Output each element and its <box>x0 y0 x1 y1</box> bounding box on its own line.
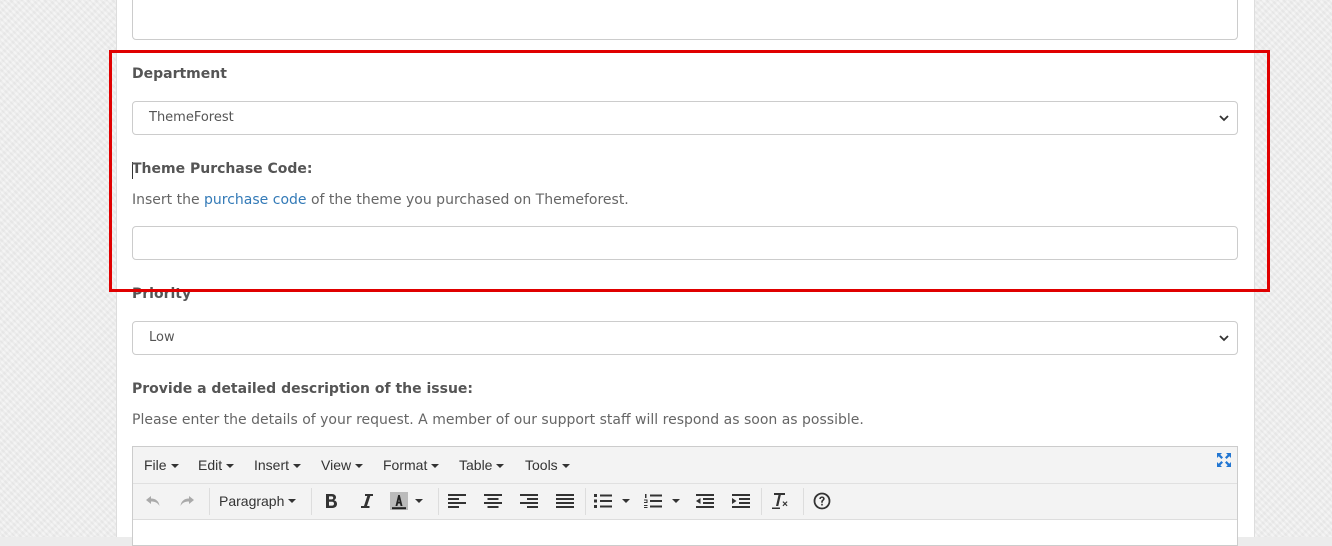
caret-down-icon <box>170 464 179 469</box>
menu-format-label: Format <box>383 457 428 473</box>
bold-button[interactable] <box>320 490 342 512</box>
bullet-list-icon <box>594 494 612 508</box>
description-label: Provide a detailed description of the is… <box>132 381 474 397</box>
indent-icon <box>732 494 750 508</box>
align-justify-button[interactable] <box>554 490 576 512</box>
outdent-icon <box>696 494 714 508</box>
undo-button[interactable] <box>142 490 164 512</box>
priority-label: Priority <box>132 286 192 302</box>
outdent-button[interactable] <box>694 490 716 512</box>
editor-menubar: File Edit Insert View Format Table Tools <box>133 447 1237 484</box>
align-justify-icon <box>556 494 574 508</box>
clear-formatting-icon <box>772 493 788 509</box>
align-left-icon <box>448 494 466 508</box>
menu-view[interactable]: View <box>321 457 364 473</box>
italic-button[interactable] <box>356 490 378 512</box>
align-center-icon <box>484 494 502 508</box>
caret-down-icon <box>431 464 440 469</box>
caret-down-icon <box>226 464 235 469</box>
block-format-label: Paragraph <box>219 493 285 509</box>
bullet-list-button[interactable] <box>594 490 636 512</box>
undo-icon <box>146 496 160 506</box>
menu-table[interactable]: Table <box>459 457 505 473</box>
menu-insert-label: Insert <box>254 457 290 473</box>
caret-down-icon <box>496 464 505 469</box>
menu-tools-label: Tools <box>525 457 558 473</box>
toolbar-separator <box>585 488 586 515</box>
menu-file-label: File <box>144 457 167 473</box>
fullscreen-icon[interactable] <box>1217 453 1231 467</box>
priority-selected-value: Low <box>149 330 175 345</box>
align-right-button[interactable] <box>518 490 540 512</box>
purchase-code-input[interactable] <box>132 226 1238 260</box>
menu-file[interactable]: File <box>144 457 179 473</box>
purchase-code-help-suffix: of the theme you purchased on Themefores… <box>306 192 629 208</box>
department-selected-value: ThemeForest <box>149 110 234 125</box>
department-select[interactable]: ThemeForest <box>132 101 1238 135</box>
redo-button[interactable] <box>176 490 198 512</box>
align-center-button[interactable] <box>482 490 504 512</box>
description-help: Please enter the details of your request… <box>132 412 864 428</box>
chevron-down-icon <box>1219 115 1229 122</box>
toolbar-separator <box>761 488 762 515</box>
priority-select[interactable]: Low <box>132 321 1238 355</box>
italic-icon <box>361 494 373 508</box>
menu-format[interactable]: Format <box>383 457 440 473</box>
purchase-code-help-prefix: Insert the <box>132 192 205 208</box>
toolbar-separator <box>803 488 804 515</box>
block-format-dropdown[interactable]: Paragraph <box>219 490 301 512</box>
indent-button[interactable] <box>730 490 752 512</box>
menu-edit-label: Edit <box>198 457 223 473</box>
help-icon <box>813 492 831 510</box>
editor-toolbar: Paragraph <box>133 484 1237 520</box>
purchase-code-label: Theme Purchase Code: <box>132 161 313 177</box>
caret-down-icon <box>355 464 364 469</box>
help-button[interactable] <box>811 490 833 512</box>
toolbar-separator <box>311 488 312 515</box>
menu-tools[interactable]: Tools <box>525 457 570 473</box>
caret-down-icon <box>288 499 297 503</box>
caret-down-icon <box>561 464 570 469</box>
previous-field-input[interactable] <box>132 0 1238 40</box>
text-color-button[interactable] <box>390 490 430 512</box>
align-left-button[interactable] <box>446 490 468 512</box>
numbered-list-button[interactable] <box>644 490 686 512</box>
bold-icon <box>326 494 337 508</box>
clear-formatting-button[interactable] <box>770 490 792 512</box>
caret-down-icon <box>622 499 630 503</box>
department-label: Department <box>132 66 227 82</box>
caret-down-icon <box>415 499 423 503</box>
menu-table-label: Table <box>459 457 493 473</box>
menu-edit[interactable]: Edit <box>198 457 235 473</box>
menu-view-label: View <box>321 457 352 473</box>
toolbar-separator <box>209 488 210 515</box>
toolbar-separator <box>438 488 439 515</box>
text-color-icon <box>390 492 408 510</box>
purchase-code-link[interactable]: purchase code <box>204 192 306 208</box>
redo-icon <box>180 496 194 506</box>
caret-down-icon <box>293 464 302 469</box>
purchase-code-help: Insert the purchase code of the theme yo… <box>132 192 629 208</box>
menu-insert[interactable]: Insert <box>254 457 302 473</box>
numbered-list-icon <box>644 494 662 508</box>
caret-down-icon <box>672 499 680 503</box>
rich-text-editor: File Edit Insert View Format Table Tools… <box>132 446 1238 546</box>
align-right-icon <box>520 494 538 508</box>
chevron-down-icon <box>1219 335 1229 342</box>
